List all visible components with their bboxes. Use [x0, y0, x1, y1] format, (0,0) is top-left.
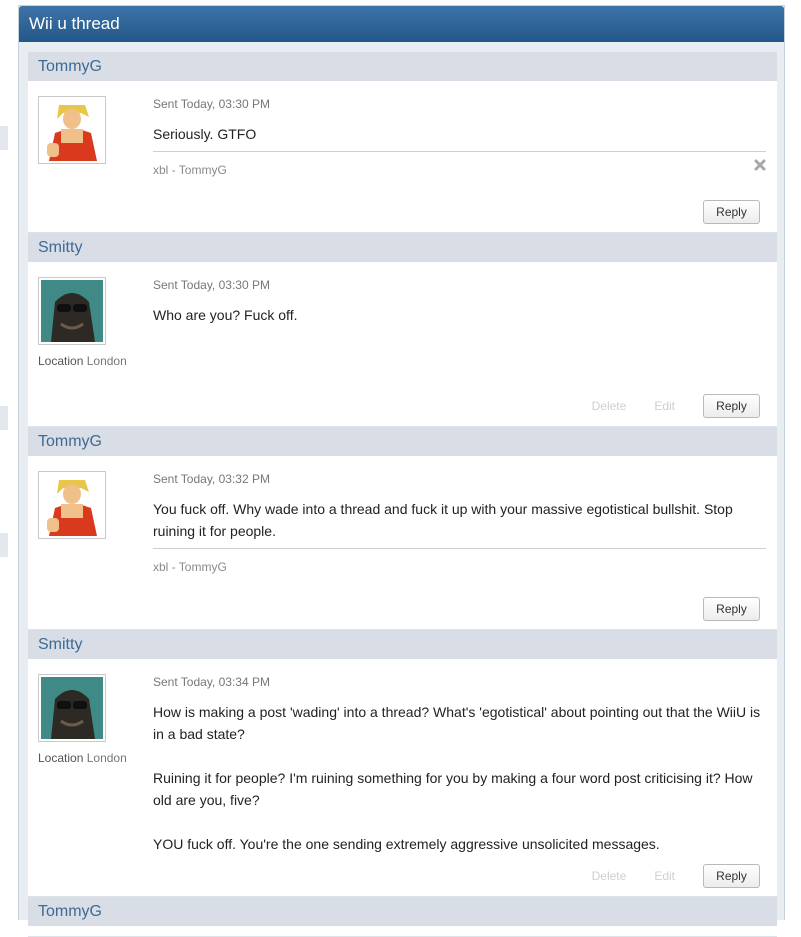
sunglasses-avatar-icon — [41, 677, 103, 739]
signature-divider — [153, 548, 766, 549]
sunglasses-avatar[interactable] — [38, 277, 106, 345]
location-label: Location — [38, 751, 84, 765]
message-author[interactable]: Smitty — [28, 630, 777, 659]
sunglasses-avatar-icon — [41, 280, 103, 342]
background-tab — [0, 533, 8, 557]
message-paragraph: Who are you? Fuck off. — [153, 307, 298, 323]
location-info: Location London — [38, 751, 127, 765]
message-text: You fuck off. Why wade into a thread and… — [153, 498, 766, 542]
ken-avatar[interactable] — [38, 96, 106, 164]
message-author[interactable]: TommyG — [28, 52, 777, 81]
message-author[interactable]: TommyG — [28, 427, 777, 456]
message-paragraph: You fuck off. Why wade into a thread and… — [153, 501, 733, 539]
close-icon[interactable] — [754, 159, 766, 171]
message-item: TommyG Sent Today, 03:32 PM You fuck off… — [28, 427, 777, 630]
message-item: Smitty Location London Sent Tod — [28, 630, 777, 897]
location-value: London — [86, 751, 127, 765]
message-paragraph: YOU fuck off. You're the one sending ext… — [153, 836, 660, 852]
message-item: Smitty Location London Sent Tod — [28, 233, 777, 427]
edit-link[interactable]: Edit — [654, 869, 675, 883]
message-author[interactable]: TommyG — [28, 897, 777, 926]
delete-link[interactable]: Delete — [592, 399, 627, 413]
location-label: Location — [38, 354, 84, 368]
signature-text: xbl - TommyG — [153, 163, 227, 177]
location-value: London — [86, 354, 127, 368]
sent-timestamp: Sent Today, 03:30 PM — [153, 97, 270, 111]
sent-timestamp: Sent Today, 03:30 PM — [153, 278, 270, 292]
message-text: Seriously. GTFO — [153, 123, 766, 145]
sent-timestamp: Sent Today, 03:34 PM — [153, 675, 270, 689]
message-actions: Delete Edit Reply — [592, 394, 760, 418]
location-info: Location London — [38, 354, 127, 368]
thread-window: Wii u thread TommyG Sent Today, 03:30 PM… — [18, 5, 785, 937]
edit-link[interactable]: Edit — [654, 399, 675, 413]
message-author[interactable]: Smitty — [28, 233, 777, 262]
background-strip — [0, 0, 8, 915]
message-actions: Reply — [703, 200, 760, 224]
message-actions: Delete Edit Reply — [592, 864, 760, 888]
message-text: How is making a post 'wading' into a thr… — [153, 701, 766, 855]
message-item: TommyG — [28, 897, 777, 937]
reply-button[interactable]: Reply — [703, 394, 760, 418]
background-tab — [0, 126, 8, 150]
delete-link[interactable]: Delete — [592, 869, 627, 883]
message-paragraph: How is making a post 'wading' into a thr… — [153, 704, 761, 742]
sent-timestamp: Sent Today, 03:32 PM — [153, 472, 270, 486]
message-paragraph: Ruining it for people? I'm ruining somet… — [153, 770, 753, 808]
message-text: Who are you? Fuck off. — [153, 304, 766, 326]
message-list: TommyG Sent Today, 03:30 PM Seriously. G… — [28, 52, 777, 937]
ken-avatar-icon — [41, 99, 103, 161]
sunglasses-avatar[interactable] — [38, 674, 106, 742]
ken-avatar[interactable] — [38, 471, 106, 539]
background-tab — [0, 406, 8, 430]
signature-divider — [153, 151, 766, 152]
reply-button[interactable]: Reply — [703, 864, 760, 888]
message-item: TommyG Sent Today, 03:30 PM Seriously. G… — [28, 52, 777, 233]
message-actions: Reply — [703, 597, 760, 621]
reply-button[interactable]: Reply — [703, 597, 760, 621]
ken-avatar-icon — [41, 474, 103, 536]
signature-text: xbl - TommyG — [153, 560, 227, 574]
window-title: Wii u thread — [19, 6, 784, 42]
message-paragraph: Seriously. GTFO — [153, 126, 257, 142]
reply-button[interactable]: Reply — [703, 200, 760, 224]
